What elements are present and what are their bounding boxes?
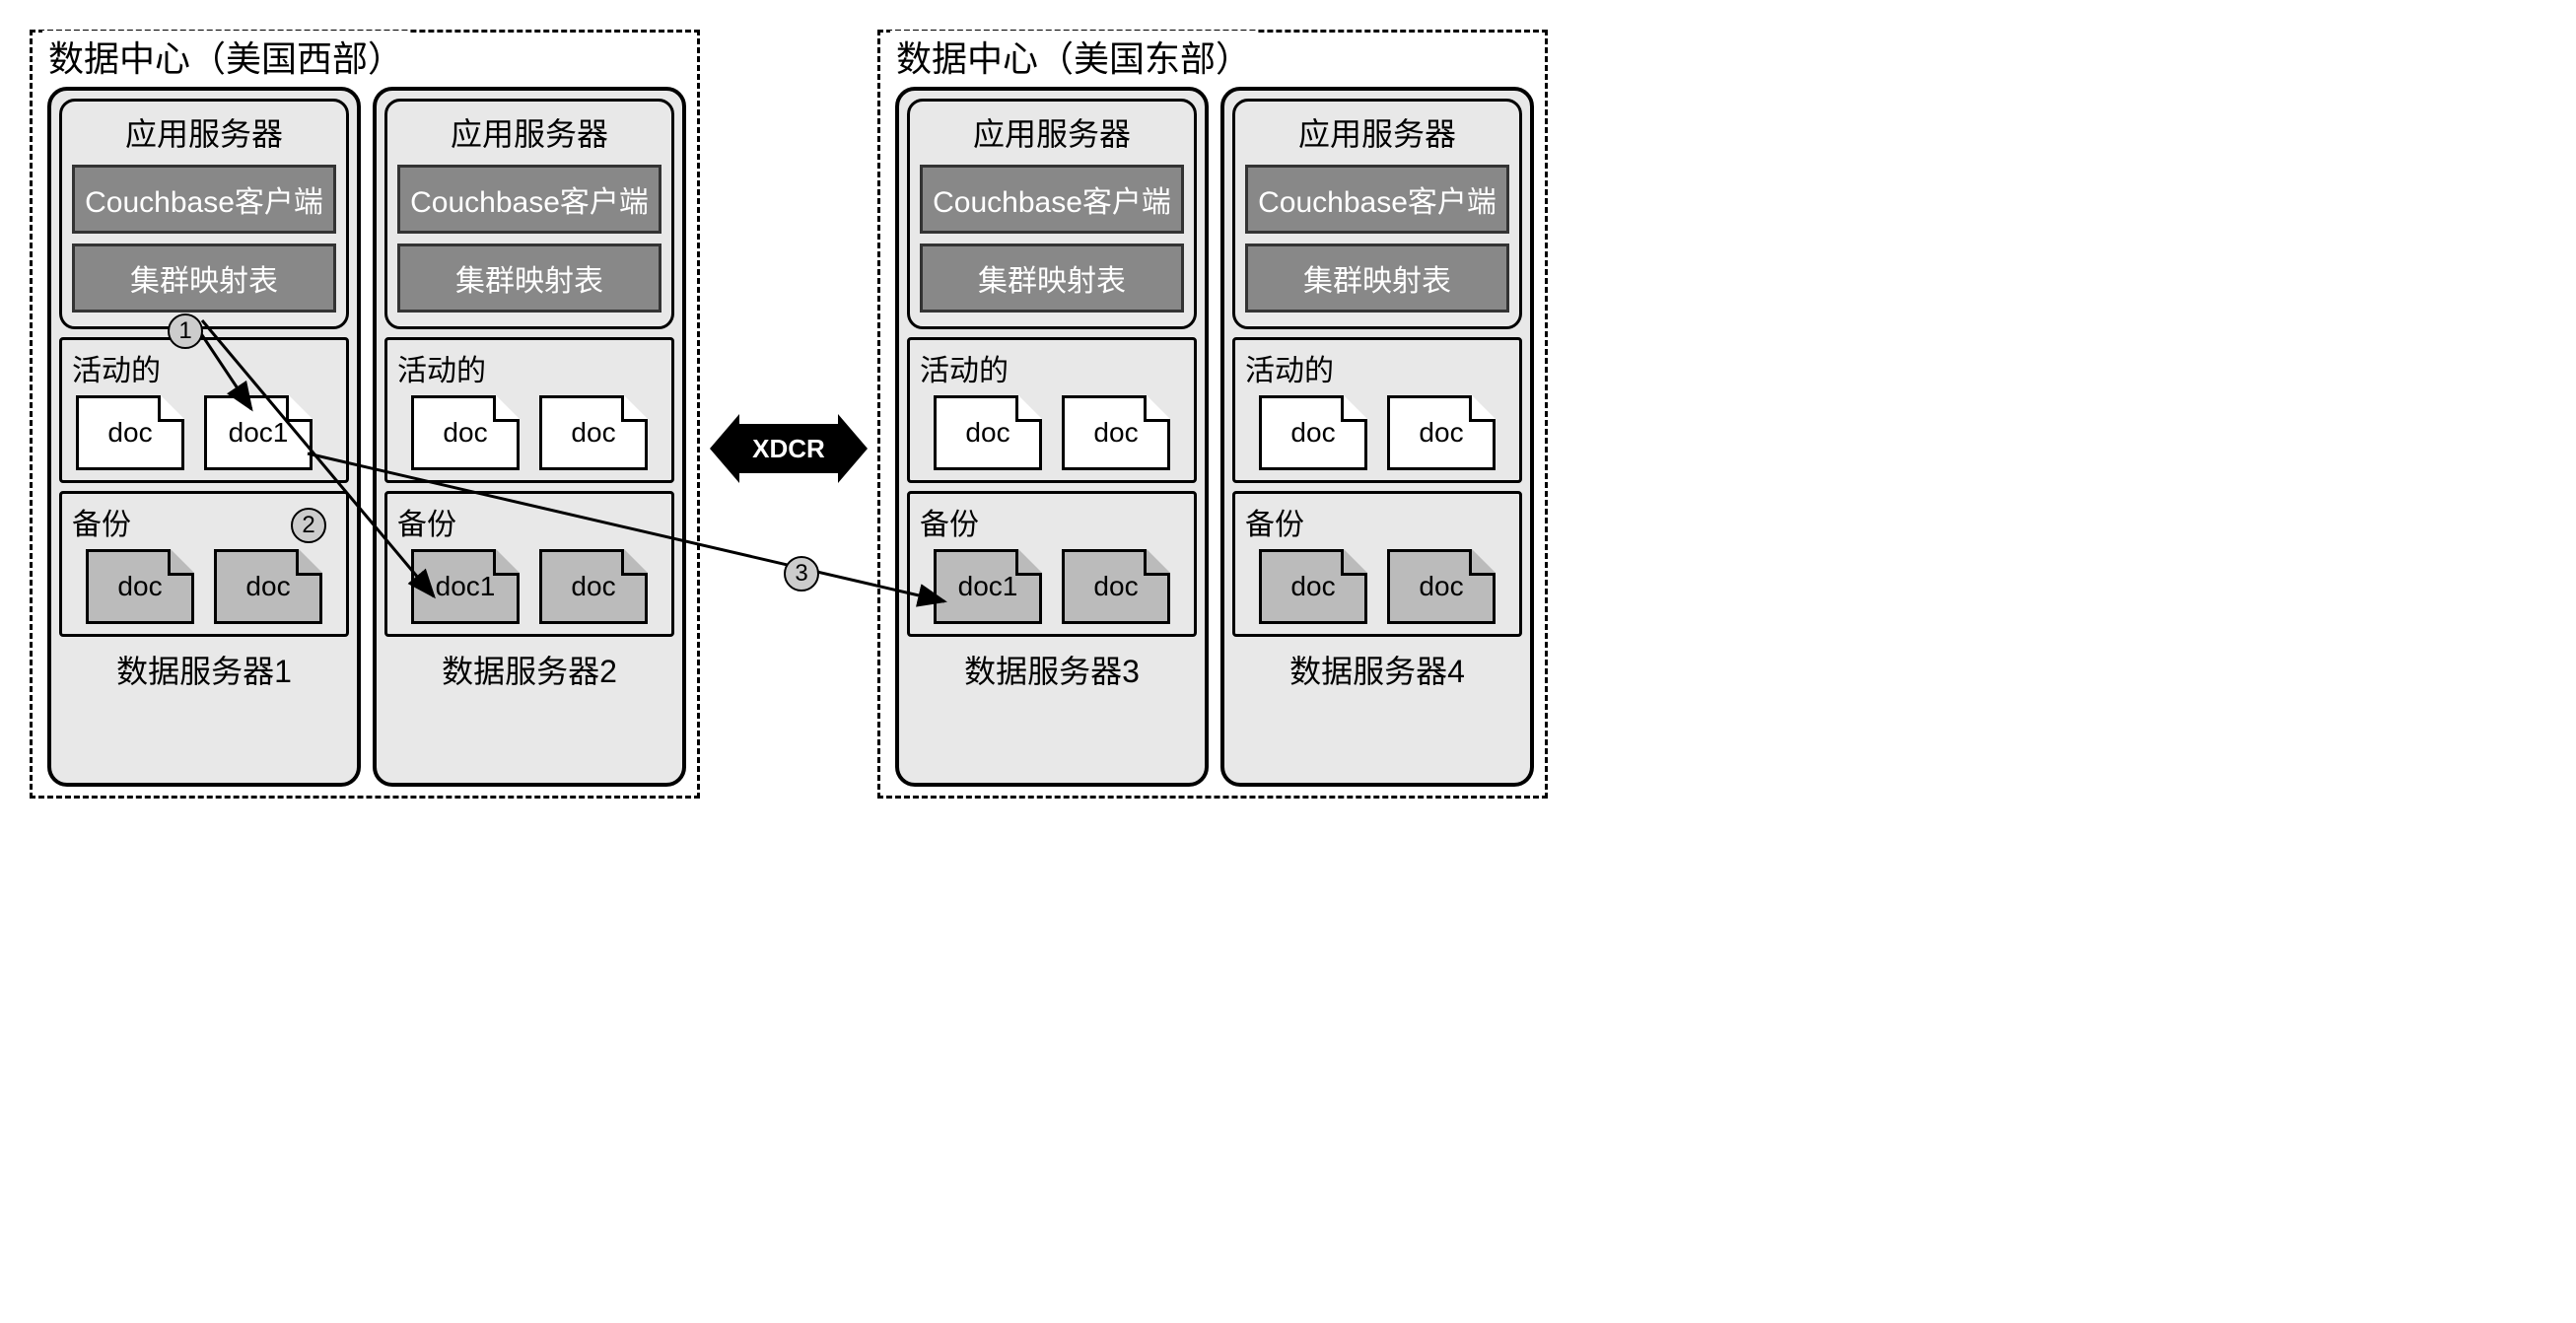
doc-icon: doc: [1062, 395, 1170, 470]
app-server-block: 应用服务器 Couchbase客户端 集群映射表: [59, 99, 349, 329]
xdcr-arrow-icon: XDCR: [710, 414, 868, 483]
active-section: 活动的 doc doc1: [59, 337, 349, 483]
active-label: 活动的: [397, 346, 661, 389]
cluster-map: 集群映射表: [397, 244, 661, 313]
data-server-3: 应用服务器 Couchbase客户端 集群映射表 活动的 doc doc 备份 …: [895, 87, 1209, 787]
app-server-title: 应用服务器: [920, 109, 1184, 155]
active-label: 活动的: [1245, 346, 1509, 389]
server-label: 数据服务器2: [377, 647, 682, 692]
app-server-block: 应用服务器 Couchbase客户端 集群映射表: [907, 99, 1197, 329]
datacenter-west: 数据中心（美国西部） 应用服务器 Couchbase客户端 集群映射表 活动的 …: [30, 30, 700, 799]
couchbase-client: Couchbase客户端: [397, 165, 661, 234]
replica-label: 备份: [1245, 500, 1509, 543]
active-section: 活动的 doc doc: [1232, 337, 1522, 483]
doc-icon: doc: [214, 549, 322, 624]
couchbase-client: Couchbase客户端: [1245, 165, 1509, 234]
doc-icon: doc: [1062, 549, 1170, 624]
data-server-4: 应用服务器 Couchbase客户端 集群映射表 活动的 doc doc 备份 …: [1220, 87, 1534, 787]
step-badge-2: 2: [291, 508, 326, 543]
replica-section: 备份 doc1 doc: [384, 491, 674, 637]
dc-west-title: 数据中心（美国西部）: [42, 31, 409, 82]
step-badge-3: 3: [784, 556, 819, 592]
doc-icon: doc: [1387, 395, 1496, 470]
datacenter-east: 数据中心（美国东部） 应用服务器 Couchbase客户端 集群映射表 活动的 …: [877, 30, 1548, 799]
replica-section: 备份 doc1 doc: [907, 491, 1197, 637]
cluster-map: 集群映射表: [1245, 244, 1509, 313]
doc-icon: doc1: [411, 549, 520, 624]
server-label: 数据服务器3: [899, 647, 1205, 692]
doc-icon: doc: [934, 395, 1042, 470]
doc-icon: doc: [86, 549, 194, 624]
doc-icon: doc1: [934, 549, 1042, 624]
replica-label: 备份: [397, 500, 661, 543]
doc-icon: doc: [539, 395, 648, 470]
active-label: 活动的: [72, 346, 336, 389]
data-server-2: 应用服务器 Couchbase客户端 集群映射表 活动的 doc doc 备份 …: [373, 87, 686, 787]
couchbase-client: Couchbase客户端: [72, 165, 336, 234]
server-label: 数据服务器4: [1224, 647, 1530, 692]
app-server-title: 应用服务器: [397, 109, 661, 155]
xdcr-label: XDCR: [739, 424, 838, 473]
doc-icon: doc: [1259, 549, 1367, 624]
app-server-block: 应用服务器 Couchbase客户端 集群映射表: [384, 99, 674, 329]
app-server-block: 应用服务器 Couchbase客户端 集群映射表: [1232, 99, 1522, 329]
app-server-title: 应用服务器: [1245, 109, 1509, 155]
doc-icon: doc: [1387, 549, 1496, 624]
server-label: 数据服务器1: [51, 647, 357, 692]
active-label: 活动的: [920, 346, 1184, 389]
cluster-map: 集群映射表: [72, 244, 336, 313]
replica-label: 备份: [920, 500, 1184, 543]
doc-icon: doc1: [204, 395, 313, 470]
active-section: 活动的 doc doc: [907, 337, 1197, 483]
doc-icon: doc: [539, 549, 648, 624]
cluster-map: 集群映射表: [920, 244, 1184, 313]
app-server-title: 应用服务器: [72, 109, 336, 155]
doc-icon: doc: [1259, 395, 1367, 470]
couchbase-client: Couchbase客户端: [920, 165, 1184, 234]
dc-east-title: 数据中心（美国东部）: [890, 31, 1257, 82]
step-badge-1: 1: [168, 313, 203, 349]
active-section: 活动的 doc doc: [384, 337, 674, 483]
diagram-canvas: 数据中心（美国西部） 应用服务器 Couchbase客户端 集群映射表 活动的 …: [20, 20, 2576, 1303]
doc-icon: doc: [411, 395, 520, 470]
data-server-1: 应用服务器 Couchbase客户端 集群映射表 活动的 doc doc1 备份…: [47, 87, 361, 787]
doc-icon: doc: [76, 395, 184, 470]
replica-section: 备份 doc doc: [1232, 491, 1522, 637]
